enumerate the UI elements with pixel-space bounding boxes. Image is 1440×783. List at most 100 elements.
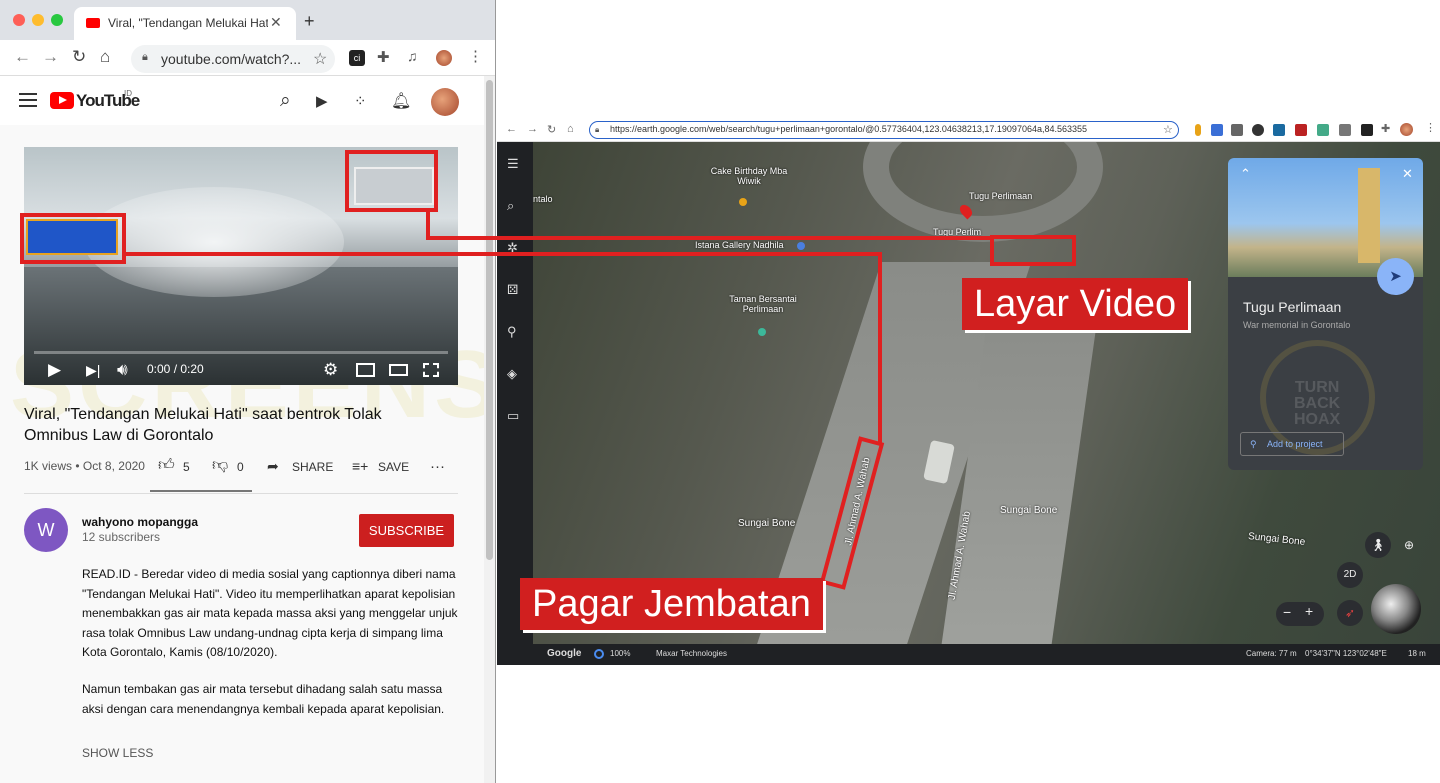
puzzle-extensions-icon[interactable]: ✚ bbox=[377, 48, 393, 66]
back-arrow-icon[interactable]: ← bbox=[506, 123, 517, 135]
tab-youtube-video[interactable]: Viral, "Tendangan Melukai Hati" ✕ bbox=[74, 7, 296, 40]
address-bar[interactable]: 🔒︎ youtube.com/watch?... ☆ bbox=[131, 45, 335, 73]
scale-indicator: 18 m bbox=[1408, 649, 1426, 658]
dislike-icon[interactable]: 👎︎ bbox=[212, 456, 228, 475]
extension-icon[interactable] bbox=[1361, 124, 1373, 136]
globe-overview-icon[interactable] bbox=[1371, 584, 1421, 634]
account-avatar[interactable] bbox=[431, 88, 459, 116]
reload-icon[interactable]: ↻ bbox=[547, 123, 556, 136]
settings-gear-icon[interactable]: ⚙ bbox=[323, 360, 338, 380]
extension-icon[interactable] bbox=[1317, 124, 1329, 136]
save-button[interactable]: SAVE bbox=[378, 460, 409, 474]
profile-avatar-icon[interactable] bbox=[1400, 123, 1413, 136]
food-pin-icon[interactable] bbox=[739, 198, 747, 206]
extension-icon[interactable] bbox=[1339, 124, 1351, 136]
hamburger-menu-icon[interactable] bbox=[19, 93, 37, 107]
reload-icon[interactable]: ↻ bbox=[72, 47, 86, 67]
more-actions-icon[interactable]: ··· bbox=[430, 458, 445, 475]
video-progress-bar[interactable] bbox=[34, 351, 448, 354]
next-icon[interactable]: ▶| bbox=[86, 362, 100, 379]
forward-arrow-icon[interactable]: → bbox=[42, 47, 59, 67]
pin-add-icon: ⚲ bbox=[1250, 439, 1257, 449]
zoom-out-button[interactable]: − bbox=[1283, 604, 1291, 620]
home-icon[interactable]: ⌂ bbox=[100, 47, 110, 67]
compass-icon[interactable]: ➶ bbox=[1337, 600, 1363, 626]
subscribe-button[interactable]: SUBSCRIBE bbox=[359, 514, 454, 547]
add-to-project-button[interactable]: ⚲ Add to project bbox=[1240, 432, 1344, 456]
like-icon[interactable]: 👍︎ bbox=[158, 456, 175, 475]
zoom-in-button[interactable]: + bbox=[1305, 603, 1313, 619]
map-label-sungai: Sungai Bone bbox=[738, 518, 796, 529]
my-location-icon[interactable]: ⊕ bbox=[1396, 532, 1422, 558]
measure-ruler-icon[interactable]: ▭ bbox=[507, 408, 519, 424]
map-label-istana[interactable]: Istana Gallery Nadhila bbox=[695, 240, 784, 250]
like-count: 5 bbox=[183, 460, 190, 474]
home-icon[interactable]: ⌂ bbox=[567, 123, 574, 135]
scrollbar-thumb[interactable] bbox=[486, 80, 493, 560]
video-title: Viral, "Tendangan Melukai Hati" saat ben… bbox=[24, 406, 382, 444]
new-tab-button[interactable]: + bbox=[304, 11, 315, 32]
close-panel-icon[interactable]: ✕ bbox=[1402, 166, 1413, 182]
earth-menu-icon[interactable]: ☰ bbox=[507, 156, 519, 172]
profile-avatar-icon[interactable] bbox=[436, 50, 452, 66]
map-style-layers-icon[interactable]: ◈ bbox=[507, 366, 517, 382]
menu-kebab-icon[interactable]: ⋮ bbox=[468, 47, 484, 65]
share-icon[interactable]: ➦ bbox=[267, 458, 279, 475]
ext-ci-icon[interactable]: ci bbox=[349, 50, 365, 66]
fly-to-icon[interactable]: ➤ bbox=[1377, 258, 1414, 295]
bookmark-star-icon[interactable]: ☆ bbox=[313, 49, 327, 69]
puzzle-extensions-icon[interactable]: ✚ bbox=[1381, 122, 1390, 135]
pegman-icon[interactable]: 🚶︎ bbox=[1365, 532, 1391, 558]
youtube-logo-icon[interactable] bbox=[50, 92, 74, 109]
channel-avatar[interactable]: W bbox=[24, 508, 68, 552]
extension-icon[interactable] bbox=[1295, 124, 1307, 136]
back-arrow-icon[interactable]: ← bbox=[14, 47, 31, 67]
tab-close-icon[interactable]: ✕ bbox=[270, 14, 282, 31]
address-bar-earth[interactable]: 🔒︎ https://earth.google.com/web/search/t… bbox=[589, 121, 1179, 139]
menu-kebab-icon[interactable]: ⋮ bbox=[1425, 121, 1436, 134]
fullscreen-icon[interactable] bbox=[423, 363, 439, 377]
projects-pin-icon[interactable]: ⚲ bbox=[507, 324, 517, 340]
play-icon[interactable]: ▶ bbox=[48, 360, 61, 380]
minimize-window-button[interactable] bbox=[32, 14, 44, 26]
search-icon[interactable]: ⌕ bbox=[280, 90, 291, 112]
collapse-panel-icon[interactable]: ⌃ bbox=[1240, 166, 1251, 182]
channel-name[interactable]: wahyono mopangga bbox=[82, 515, 198, 529]
show-less-button[interactable]: SHOW LESS bbox=[82, 746, 153, 760]
map-label-tugu[interactable]: Tugu Perlimaan bbox=[969, 191, 1032, 201]
bookmark-star-icon[interactable]: ☆ bbox=[1163, 123, 1173, 136]
earth-search-icon[interactable]: ⌕ bbox=[507, 198, 514, 214]
browser-toolbar: ← → ↻ ⌂ 🔒︎ youtube.com/watch?... ☆ ci ✚ … bbox=[0, 40, 495, 76]
miniplayer-icon[interactable] bbox=[356, 363, 375, 377]
extension-icon[interactable] bbox=[1273, 124, 1285, 136]
toggle-2d-button[interactable]: 2D bbox=[1337, 562, 1363, 588]
share-button[interactable]: SHARE bbox=[292, 460, 333, 474]
map-coordinates: 0°34'37"N 123°02'48"E bbox=[1305, 649, 1387, 658]
theater-mode-icon[interactable] bbox=[389, 364, 408, 376]
maximize-window-button[interactable] bbox=[51, 14, 63, 26]
connector-line bbox=[426, 236, 992, 240]
map-label-taman[interactable]: Taman Bersantai Perlimaan bbox=[723, 294, 803, 314]
map-label-cake[interactable]: Cake Birthday Mba Wiwik bbox=[709, 166, 789, 186]
close-window-button[interactable] bbox=[13, 14, 25, 26]
highlight-box-billboard bbox=[345, 150, 438, 212]
upload-date: Oct 8, 2020 bbox=[82, 459, 145, 473]
create-video-icon[interactable]: ▶︎ bbox=[316, 92, 328, 110]
translate-icon[interactable] bbox=[1211, 124, 1223, 136]
save-playlist-icon[interactable]: ≡+ bbox=[352, 458, 368, 474]
extension-icon[interactable] bbox=[1252, 124, 1264, 136]
annotation-label-screen: Layar Video bbox=[962, 278, 1189, 330]
region-code: ID bbox=[124, 89, 132, 98]
volume-icon[interactable]: 🔊︎ bbox=[117, 360, 128, 380]
shop-pin-icon[interactable] bbox=[797, 242, 805, 250]
extension-icon[interactable] bbox=[1195, 124, 1201, 136]
notifications-bell-icon[interactable]: 🔔︎ bbox=[391, 91, 411, 111]
extension-icon[interactable] bbox=[1231, 124, 1243, 136]
park-pin-icon[interactable] bbox=[758, 328, 766, 336]
feeling-lucky-dice-icon[interactable]: ⚄ bbox=[507, 282, 518, 298]
apps-grid-icon[interactable]: ⁘ bbox=[354, 92, 367, 110]
divider bbox=[24, 493, 458, 494]
tab-title: Viral, "Tendangan Melukai Hati" bbox=[108, 16, 268, 30]
media-queue-icon[interactable]: ♫ bbox=[407, 48, 423, 64]
forward-arrow-icon[interactable]: → bbox=[527, 123, 538, 135]
